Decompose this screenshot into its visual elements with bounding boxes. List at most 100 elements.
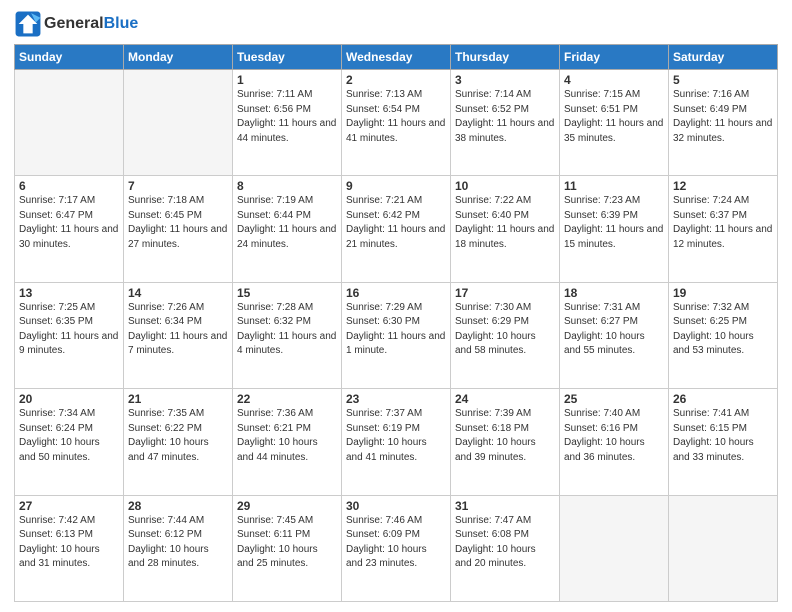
col-header-sunday: Sunday [15, 45, 124, 70]
sunset-label: Sunset: 6:22 PM [128, 423, 202, 434]
daylight-label: Daylight: 11 hours and 24 minutes. [237, 224, 336, 250]
sun-info: Sunrise: 7:18 AMSunset: 6:45 PMDaylight:… [128, 194, 228, 252]
sunset-label: Sunset: 6:18 PM [455, 423, 529, 434]
sunset-label: Sunset: 6:37 PM [673, 210, 747, 221]
sunset-label: Sunset: 6:45 PM [128, 210, 202, 221]
day-number: 24 [455, 392, 555, 406]
sunrise-label: Sunrise: 7:22 AM [455, 195, 531, 206]
sun-info: Sunrise: 7:19 AMSunset: 6:44 PMDaylight:… [237, 194, 337, 252]
page: GeneralBlue SundayMondayTuesdayWednesday… [0, 0, 792, 612]
daylight-label: Daylight: 10 hours and 58 minutes. [455, 331, 536, 357]
day-number: 18 [564, 286, 664, 300]
calendar-cell: 20Sunrise: 7:34 AMSunset: 6:24 PMDayligh… [15, 389, 124, 495]
daylight-label: Daylight: 11 hours and 1 minute. [346, 331, 445, 357]
sun-info: Sunrise: 7:46 AMSunset: 6:09 PMDaylight:… [346, 514, 446, 572]
sunset-label: Sunset: 6:39 PM [564, 210, 638, 221]
sun-info: Sunrise: 7:28 AMSunset: 6:32 PMDaylight:… [237, 301, 337, 359]
sunrise-label: Sunrise: 7:17 AM [19, 195, 95, 206]
sunset-label: Sunset: 6:21 PM [237, 423, 311, 434]
sunrise-label: Sunrise: 7:23 AM [564, 195, 640, 206]
daylight-label: Daylight: 10 hours and 25 minutes. [237, 544, 318, 570]
daylight-label: Daylight: 10 hours and 55 minutes. [564, 331, 645, 357]
sunset-label: Sunset: 6:27 PM [564, 316, 638, 327]
calendar-cell [560, 495, 669, 601]
day-number: 25 [564, 392, 664, 406]
sunset-label: Sunset: 6:29 PM [455, 316, 529, 327]
day-number: 26 [673, 392, 773, 406]
calendar-cell: 28Sunrise: 7:44 AMSunset: 6:12 PMDayligh… [124, 495, 233, 601]
daylight-label: Daylight: 11 hours and 12 minutes. [673, 224, 772, 250]
sunrise-label: Sunrise: 7:30 AM [455, 302, 531, 313]
calendar-cell: 11Sunrise: 7:23 AMSunset: 6:39 PMDayligh… [560, 176, 669, 282]
sun-info: Sunrise: 7:23 AMSunset: 6:39 PMDaylight:… [564, 194, 664, 252]
sunset-label: Sunset: 6:24 PM [19, 423, 93, 434]
sunrise-label: Sunrise: 7:16 AM [673, 89, 749, 100]
calendar-cell: 29Sunrise: 7:45 AMSunset: 6:11 PMDayligh… [233, 495, 342, 601]
daylight-label: Daylight: 11 hours and 27 minutes. [128, 224, 227, 250]
sunset-label: Sunset: 6:13 PM [19, 529, 93, 540]
sunset-label: Sunset: 6:40 PM [455, 210, 529, 221]
sunrise-label: Sunrise: 7:39 AM [455, 408, 531, 419]
calendar-cell: 15Sunrise: 7:28 AMSunset: 6:32 PMDayligh… [233, 282, 342, 388]
calendar-cell: 1Sunrise: 7:11 AMSunset: 6:56 PMDaylight… [233, 70, 342, 176]
logo-icon [14, 10, 42, 38]
calendar-cell: 10Sunrise: 7:22 AMSunset: 6:40 PMDayligh… [451, 176, 560, 282]
sun-info: Sunrise: 7:32 AMSunset: 6:25 PMDaylight:… [673, 301, 773, 359]
daylight-label: Daylight: 11 hours and 7 minutes. [128, 331, 227, 357]
sun-info: Sunrise: 7:13 AMSunset: 6:54 PMDaylight:… [346, 88, 446, 146]
sunrise-label: Sunrise: 7:31 AM [564, 302, 640, 313]
sun-info: Sunrise: 7:44 AMSunset: 6:12 PMDaylight:… [128, 514, 228, 572]
sun-info: Sunrise: 7:41 AMSunset: 6:15 PMDaylight:… [673, 407, 773, 465]
sun-info: Sunrise: 7:31 AM Sunset: 6:27 PM Daylight:… [564, 301, 664, 359]
calendar-cell: 22Sunrise: 7:36 AMSunset: 6:21 PMDayligh… [233, 389, 342, 495]
sun-info: Sunrise: 7:22 AMSunset: 6:40 PMDaylight:… [455, 194, 555, 252]
sun-info: Sunrise: 7:45 AMSunset: 6:11 PMDaylight:… [237, 514, 337, 572]
sun-info: Sunrise: 7:15 AMSunset: 6:51 PMDaylight:… [564, 88, 664, 146]
col-header-saturday: Saturday [669, 45, 778, 70]
col-header-wednesday: Wednesday [342, 45, 451, 70]
day-number: 6 [19, 179, 119, 193]
daylight-label: Daylight: 10 hours and 31 minutes. [19, 544, 100, 570]
sun-info: Sunrise: 7:29 AMSunset: 6:30 PMDaylight:… [346, 301, 446, 359]
calendar-cell: 23Sunrise: 7:37 AMSunset: 6:19 PMDayligh… [342, 389, 451, 495]
logo-text: GeneralBlue [44, 15, 138, 33]
daylight-label: Daylight: 11 hours and 41 minutes. [346, 118, 445, 144]
day-number: 13 [19, 286, 119, 300]
day-number: 31 [455, 499, 555, 513]
calendar-cell: 26Sunrise: 7:41 AMSunset: 6:15 PMDayligh… [669, 389, 778, 495]
day-number: 30 [346, 499, 446, 513]
day-number: 5 [673, 73, 773, 87]
day-number: 1 [237, 73, 337, 87]
sunset-label: Sunset: 6:16 PM [564, 423, 638, 434]
sunrise-label: Sunrise: 7:40 AM [564, 408, 640, 419]
calendar-cell: 3Sunrise: 7:14 AMSunset: 6:52 PMDaylight… [451, 70, 560, 176]
calendar-cell: 6Sunrise: 7:17 AMSunset: 6:47 PMDaylight… [15, 176, 124, 282]
sun-info: Sunrise: 7:36 AMSunset: 6:21 PMDaylight:… [237, 407, 337, 465]
daylight-label: Daylight: 10 hours and 28 minutes. [128, 544, 209, 570]
day-number: 19 [673, 286, 773, 300]
sun-info: Sunrise: 7:47 AMSunset: 6:08 PMDaylight:… [455, 514, 555, 572]
calendar-cell: 19Sunrise: 7:32 AMSunset: 6:25 PMDayligh… [669, 282, 778, 388]
day-number: 8 [237, 179, 337, 193]
sunset-label: Sunset: 6:34 PM [128, 316, 202, 327]
daylight-label: Daylight: 10 hours and 50 minutes. [19, 437, 100, 463]
calendar-cell: 13Sunrise: 7:25 AMSunset: 6:35 PMDayligh… [15, 282, 124, 388]
calendar-cell [669, 495, 778, 601]
sun-info: Sunrise: 7:42 AMSunset: 6:13 PMDaylight:… [19, 514, 119, 572]
day-number: 29 [237, 499, 337, 513]
day-number: 11 [564, 179, 664, 193]
daylight-label: Daylight: 11 hours and 44 minutes. [237, 118, 336, 144]
sunset-label: Sunset: 6:11 PM [237, 529, 310, 540]
daylight-label: Daylight: 11 hours and 9 minutes. [19, 331, 118, 357]
sunrise-label: Sunrise: 7:13 AM [346, 89, 422, 100]
sun-info: Sunrise: 7:35 AMSunset: 6:22 PMDaylight:… [128, 407, 228, 465]
day-number: 20 [19, 392, 119, 406]
sunrise-label: Sunrise: 7:11 AM [237, 89, 312, 100]
day-number: 22 [237, 392, 337, 406]
daylight-label: Daylight: 11 hours and 21 minutes. [346, 224, 445, 250]
calendar-cell: 9Sunrise: 7:21 AMSunset: 6:42 PMDaylight… [342, 176, 451, 282]
day-number: 12 [673, 179, 773, 193]
calendar-cell: 24Sunrise: 7:39 AMSunset: 6:18 PMDayligh… [451, 389, 560, 495]
sunset-label: Sunset: 6:25 PM [673, 316, 747, 327]
day-number: 2 [346, 73, 446, 87]
